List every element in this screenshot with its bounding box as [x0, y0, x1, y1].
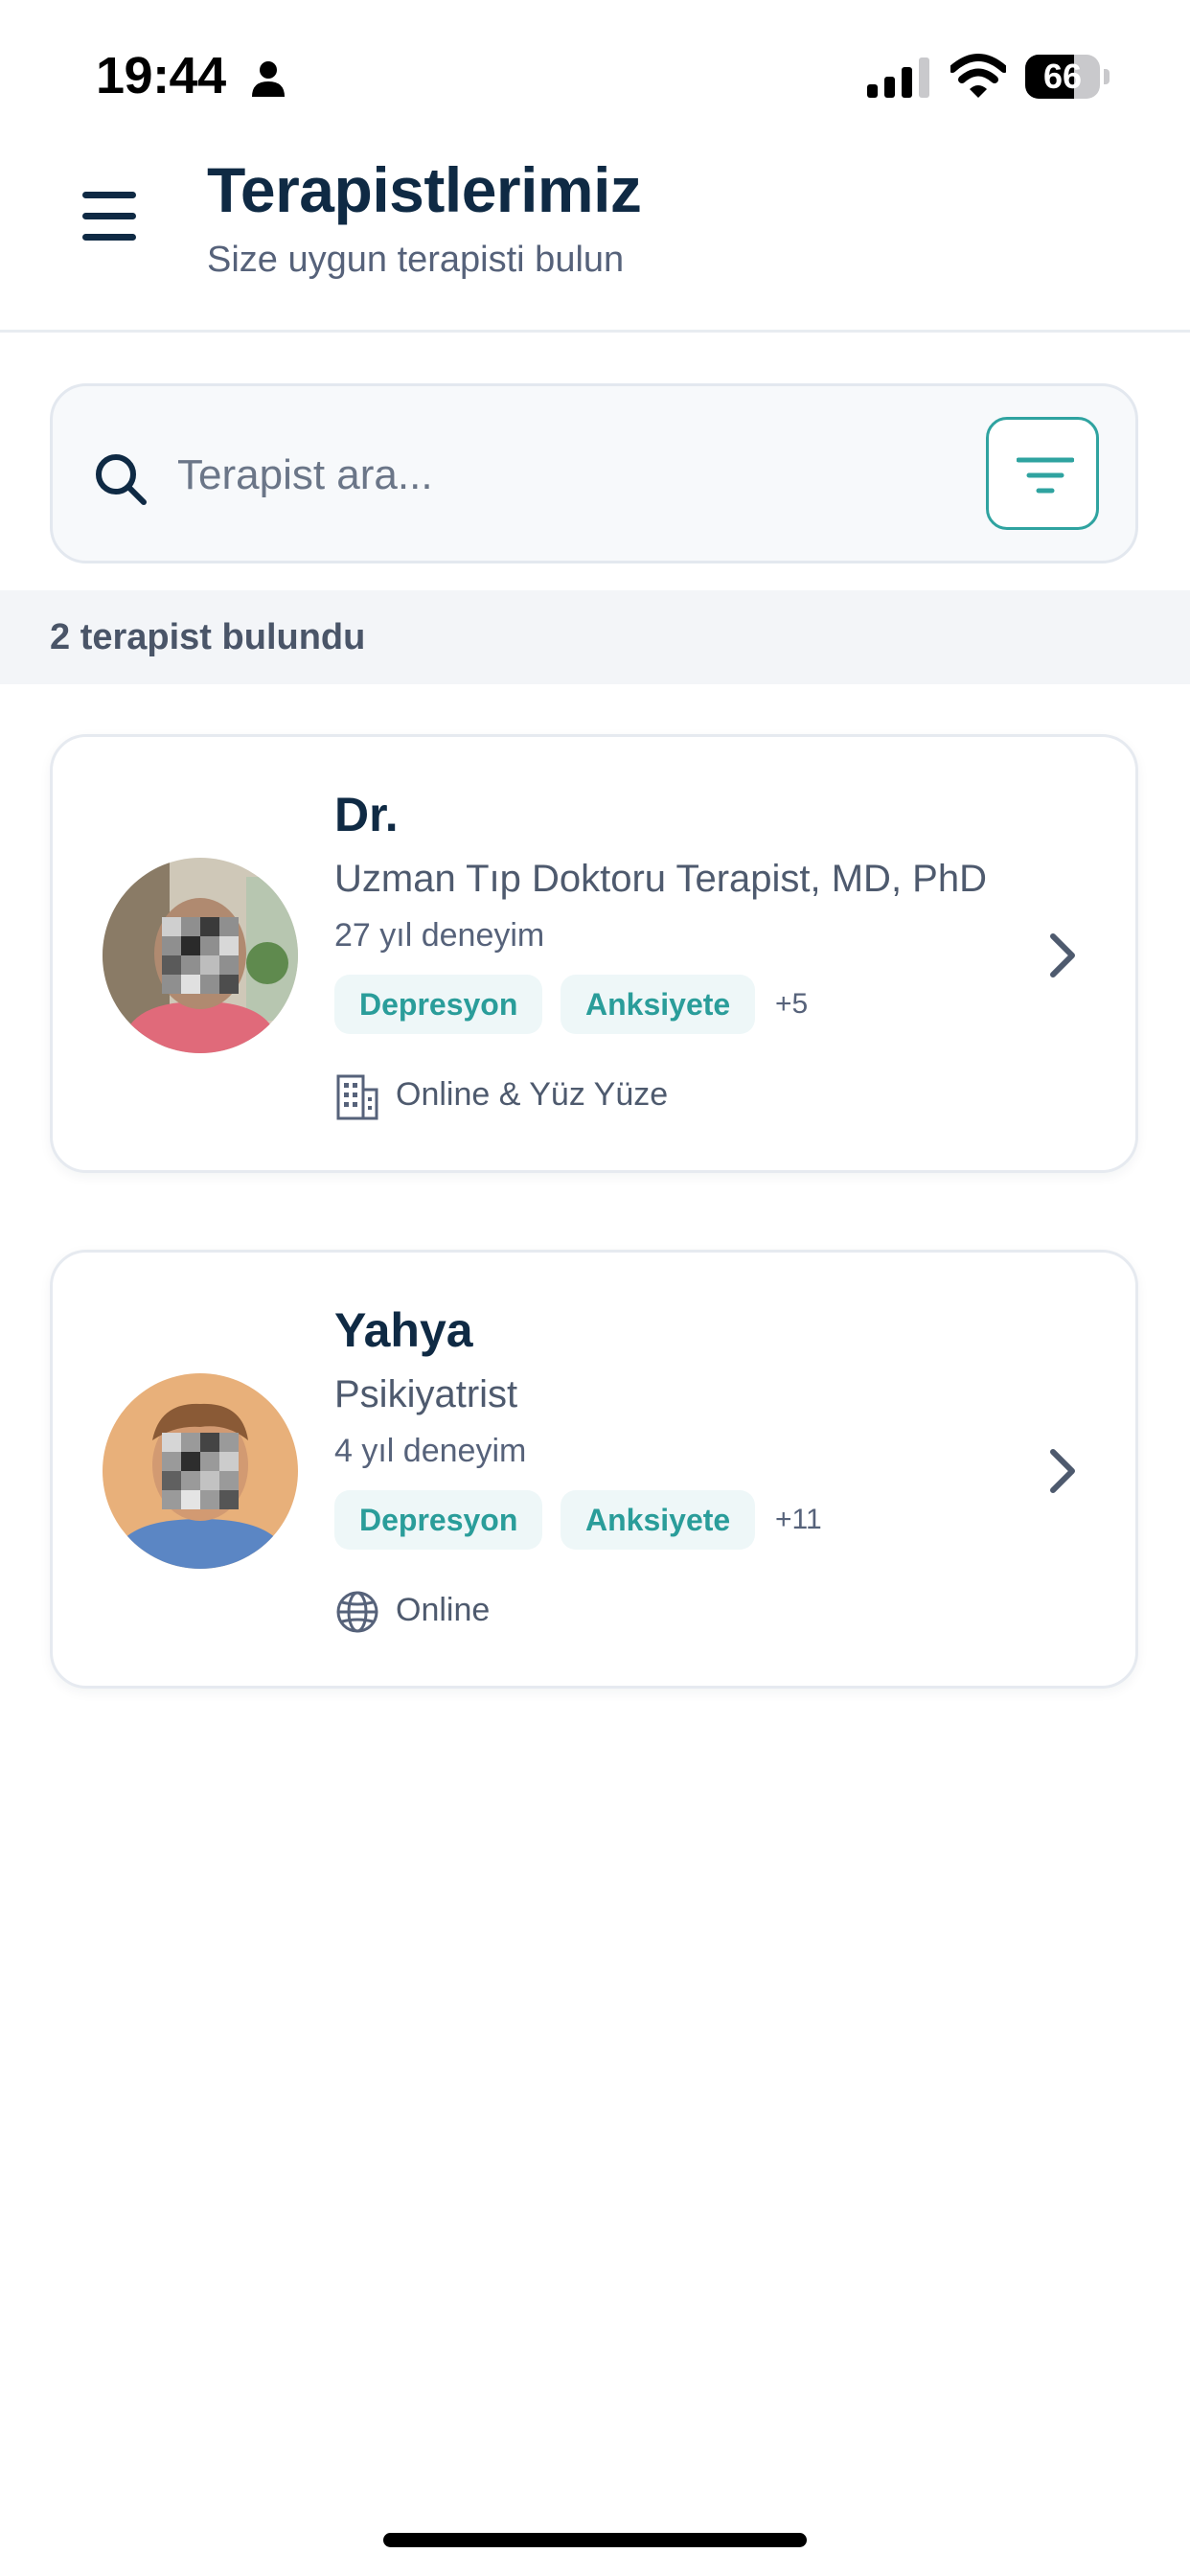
specialty-tag: Depresyon	[334, 1490, 543, 1550]
more-tags-count: +5	[775, 988, 809, 1020]
wifi-icon	[950, 54, 1006, 98]
specialty-tag: Anksiyete	[561, 1490, 756, 1550]
results-bar: 2 terapist bulundu	[0, 590, 1190, 684]
therapist-title: Psikiyatrist	[334, 1373, 518, 1415]
therapist-title: Uzman Tıp Doktoru Terapist, MD, PhD	[334, 858, 987, 900]
person-icon	[252, 61, 285, 97]
chevron-right-icon	[1050, 933, 1075, 978]
status-time: 19:44	[96, 47, 226, 104]
page-title: Terapistlerimiz	[207, 154, 642, 225]
therapist-name: Dr.	[334, 788, 399, 841]
session-mode: Online & Yüz Yüze	[396, 1076, 669, 1113]
therapist-card[interactable]: Dr. Uzman Tıp Doktoru Terapist, MD, PhD …	[50, 734, 1138, 1173]
filter-icon	[1017, 457, 1074, 494]
more-tags-count: +11	[775, 1504, 822, 1535]
page-subtitle: Size uygun terapisti bulun	[207, 240, 625, 280]
search-bar	[50, 383, 1138, 564]
chevron-right-icon	[1050, 1449, 1075, 1493]
building-icon	[336, 1074, 378, 1120]
therapist-name: Yahya	[334, 1303, 473, 1357]
filter-button[interactable]	[986, 417, 1099, 530]
menu-icon[interactable]	[75, 192, 144, 242]
therapist-experience: 4 yıl deneyim	[334, 1433, 527, 1469]
avatar	[103, 1373, 298, 1569]
status-bar: 19:44 66	[0, 0, 1190, 144]
cellular-signal-icon	[867, 58, 929, 98]
specialty-tag: Depresyon	[334, 975, 543, 1034]
battery-icon: 66	[1025, 55, 1110, 101]
therapist-experience: 27 yıl deneyim	[334, 917, 545, 954]
results-count: 2 terapist bulundu	[50, 617, 366, 657]
specialty-tag: Anksiyete	[561, 975, 756, 1034]
avatar	[103, 858, 298, 1053]
search-icon	[96, 454, 147, 505]
globe-icon	[336, 1591, 378, 1633]
session-mode: Online	[396, 1592, 491, 1628]
home-indicator	[383, 2533, 807, 2547]
battery-level: 66	[1042, 57, 1083, 96]
search-input[interactable]	[175, 444, 965, 507]
therapist-card[interactable]: Yahya Psikiyatrist 4 yıl deneyim Depresy…	[50, 1250, 1138, 1689]
header-divider	[0, 330, 1190, 333]
